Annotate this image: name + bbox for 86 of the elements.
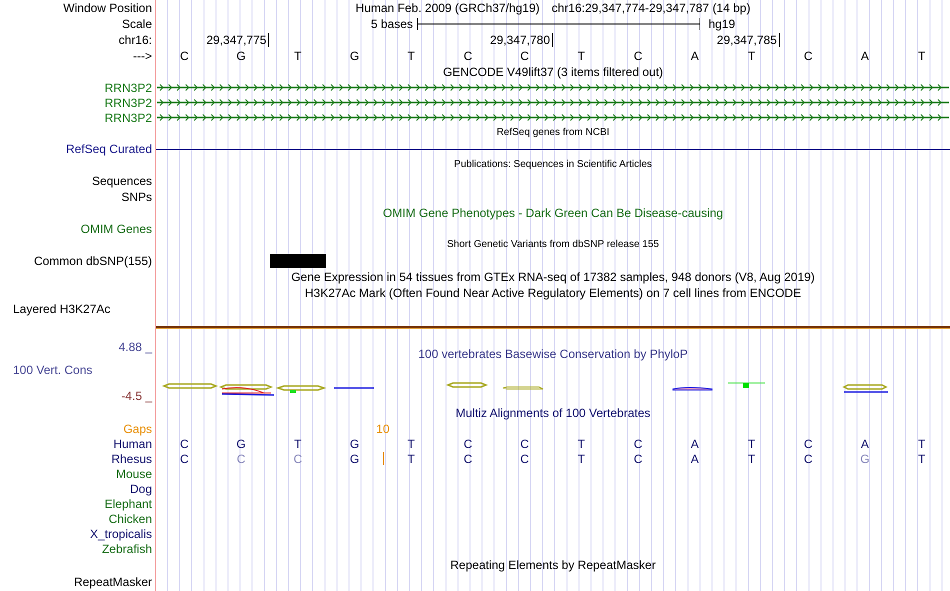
aligned-base: C	[520, 436, 529, 450]
track-title: 100 vertebrates Basewise Conservation by PhyloP	[418, 346, 688, 360]
track-label[interactable]: Dog	[130, 482, 152, 496]
track-label[interactable]: SNPs	[121, 190, 152, 204]
base-letter: C	[464, 49, 472, 63]
position-tick: 29,347,780	[490, 33, 553, 47]
row-label: Scale	[122, 17, 152, 31]
scale-text: 5 bases	[370, 17, 413, 31]
track-label[interactable]: Chicken	[108, 512, 152, 526]
base-letter: T	[294, 49, 302, 63]
gap-count: 10	[376, 422, 390, 436]
track-label[interactable]: Common dbSNP(155)	[34, 254, 152, 268]
aligned-base: T	[578, 436, 586, 450]
track-label[interactable]: X_tropicalis	[90, 526, 152, 540]
track-label[interactable]: RepeatMasker	[74, 575, 152, 589]
aligned-base: A	[860, 436, 869, 450]
aligned-base: T	[748, 436, 756, 450]
assembly-text: Human Feb. 2009 (GRCh37/hg19)	[356, 1, 540, 15]
aligned-base: A	[690, 452, 699, 466]
aligned-base: T	[408, 436, 415, 450]
aligned-base: T	[918, 452, 926, 466]
track-label[interactable]: RRN3P2	[104, 110, 152, 124]
aligned-base: C	[634, 452, 642, 466]
aligned-base: C	[804, 436, 813, 450]
track-title: RefSeq genes from NCBI	[496, 126, 610, 140]
aligned-base: A	[690, 436, 699, 450]
aligned-base: C	[520, 452, 529, 466]
strand-label: --->	[133, 49, 152, 63]
aligned-base: G	[350, 436, 360, 450]
aligned-base: G	[860, 452, 870, 466]
aligned-base: T	[294, 436, 302, 450]
row-label: chr16:	[118, 33, 152, 47]
aligned-base: C	[804, 452, 813, 466]
base-letter: G	[350, 49, 360, 63]
aligned-base: G	[236, 436, 246, 450]
base-letter: A	[860, 49, 869, 63]
track-label[interactable]: Elephant	[104, 496, 152, 510]
track-label[interactable]: Mouse	[116, 466, 152, 480]
aligned-base: T	[578, 452, 586, 466]
axis-max: 4.88 _	[118, 340, 152, 354]
aligned-base: C	[464, 436, 472, 450]
axis-min: -4.5 _	[121, 389, 152, 403]
track-label[interactable]: RRN3P2	[104, 80, 152, 94]
base-letter: G	[236, 49, 246, 63]
base-letter: C	[634, 49, 642, 63]
track-title: Multiz Alignments of 100 Vertebrates	[456, 406, 650, 420]
base-letter: C	[180, 49, 189, 63]
base-letter: T	[918, 49, 926, 63]
track-title: OMIM Gene Phenotypes - Dark Green Can Be Disease-causing	[382, 206, 724, 220]
track-title: Repeating Elements by RepeatMasker	[450, 558, 656, 572]
aligned-base: T	[918, 436, 926, 450]
track-title: GENCODE V49lift37 (3 items filtered out)	[442, 65, 664, 79]
track-label[interactable]: Layered H3K27Ac	[13, 302, 110, 316]
track-label[interactable]: 100 Vert. Cons	[0, 363, 92, 377]
base-letter: C	[520, 49, 529, 63]
base-letter: T	[578, 49, 586, 63]
track-title: H3K27Ac Mark (Often Found Near Active Regulatory Elements) on 7 cell lines from ENCODE	[304, 286, 802, 300]
aligned-base: C	[464, 452, 472, 466]
position-range: chr16:29,347,774-29,347,787 (14 bp)	[552, 1, 750, 15]
track-title: Publications: Sequences in Scientific Articles	[454, 158, 652, 172]
track-label[interactable]: Zebrafish	[102, 542, 152, 556]
aligned-base: G	[350, 452, 360, 466]
aligned-base: C	[180, 436, 189, 450]
track-title: Short Genetic Variants from dbSNP release 155	[447, 238, 659, 252]
track-label[interactable]: OMIM Genes	[80, 222, 152, 236]
position-tick: 29,347,775	[206, 33, 270, 47]
row-label: Window Position	[63, 1, 152, 15]
assembly-name: hg19	[708, 17, 736, 31]
track-label[interactable]: Sequences	[92, 174, 152, 188]
aligned-base: C	[293, 452, 302, 466]
position-tick: 29,347,785	[716, 33, 780, 47]
aligned-base: C	[180, 452, 189, 466]
aligned-base: T	[748, 452, 756, 466]
gene-line[interactable]	[156, 148, 950, 150]
aligned-base: T	[408, 452, 415, 466]
track-label[interactable]: Human	[113, 436, 152, 450]
base-letter: C	[804, 49, 813, 63]
track-title: Gene Expression in 54 tissues from GTEx RNA-seq of 17382 samples, 948 donors (V8, Aug 2019)	[291, 270, 815, 284]
aligned-base: C	[634, 436, 642, 450]
base-letter: A	[690, 49, 699, 63]
track-label[interactable]: RefSeq Curated	[66, 142, 152, 156]
track-label[interactable]: Rhesus	[111, 452, 152, 466]
base-letter: T	[408, 49, 415, 63]
base-letter: T	[748, 49, 756, 63]
track-label[interactable]: RRN3P2	[104, 96, 152, 110]
aligned-base: C	[236, 452, 246, 466]
